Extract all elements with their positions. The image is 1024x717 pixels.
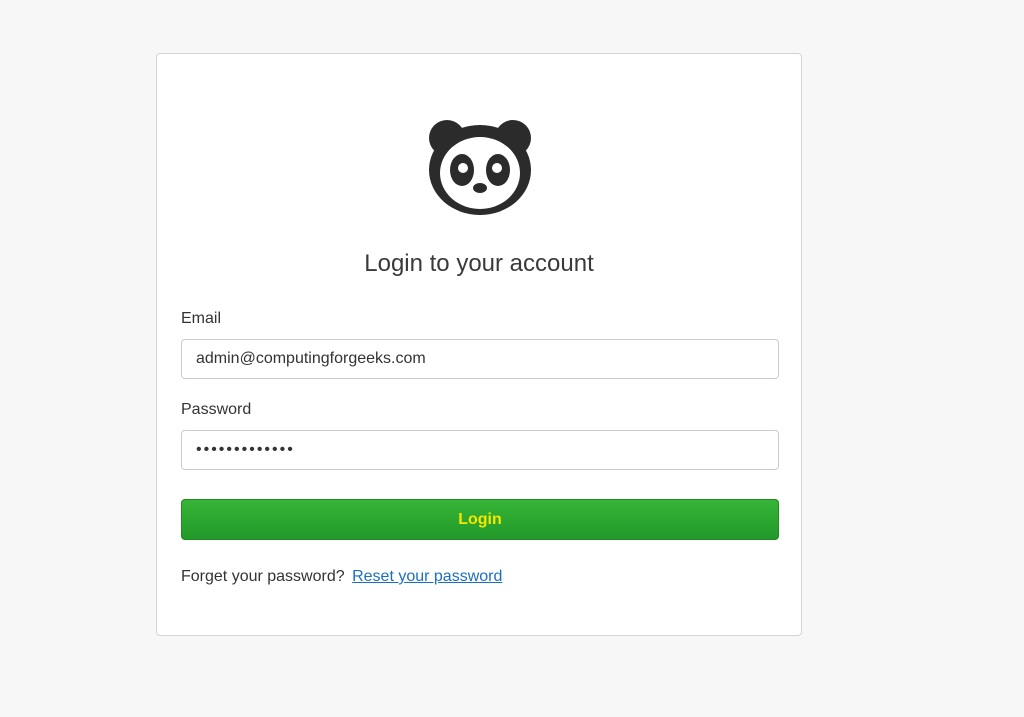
login-button[interactable]: Login: [181, 499, 779, 540]
reset-password-link[interactable]: Reset your password: [352, 568, 502, 585]
password-field[interactable]: [181, 430, 779, 470]
email-label: Email: [181, 310, 222, 327]
forgot-password-row: Forget your password? Reset your passwor…: [181, 567, 502, 587]
panda-logo-icon: [429, 120, 531, 215]
page-title: Login to your account: [364, 250, 594, 277]
email-field[interactable]: [181, 339, 779, 379]
forgot-password-text: Forget your password?: [181, 568, 345, 585]
password-label: Password: [181, 401, 252, 418]
